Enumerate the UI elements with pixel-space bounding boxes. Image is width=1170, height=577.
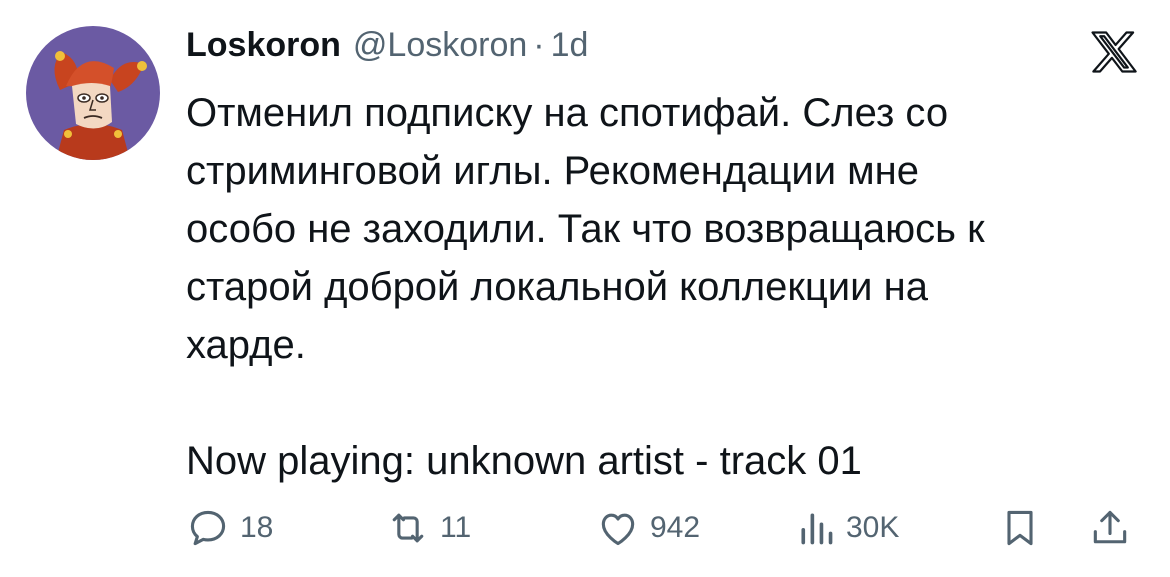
tweet-text: Отменил подписку на спотифай. Слез со ст… <box>186 91 985 483</box>
jester-avatar-image <box>26 26 160 160</box>
header-separator: · <box>533 26 545 64</box>
tweet-timestamp[interactable]: 1d <box>551 26 589 65</box>
author-handle[interactable]: @Loskoron <box>353 26 527 65</box>
repost-button[interactable]: 11 <box>386 504 471 552</box>
share-button[interactable] <box>1088 504 1132 552</box>
like-button[interactable]: 942 <box>596 504 700 552</box>
bookmark-button[interactable] <box>998 504 1042 552</box>
share-icon <box>1093 510 1127 544</box>
tweet-header: Loskoron @Loskoron · 1d <box>186 26 588 68</box>
tweet-actions: 18 11 942 30K <box>186 504 1136 552</box>
author-display-name[interactable]: Loskoron <box>186 26 341 65</box>
reply-count: 18 <box>240 511 274 544</box>
like-icon <box>601 513 635 546</box>
repost-icon <box>392 513 424 543</box>
views-icon <box>801 513 833 545</box>
views-button[interactable]: 30K <box>796 504 899 552</box>
repost-count: 11 <box>440 511 472 544</box>
like-count: 942 <box>650 511 701 544</box>
x-logo-icon <box>1090 28 1138 76</box>
bookmark-icon <box>1007 510 1033 546</box>
avatar[interactable] <box>26 26 160 160</box>
reply-button[interactable]: 18 <box>186 504 273 552</box>
views-count: 30K <box>846 511 900 544</box>
reply-icon <box>190 510 226 546</box>
